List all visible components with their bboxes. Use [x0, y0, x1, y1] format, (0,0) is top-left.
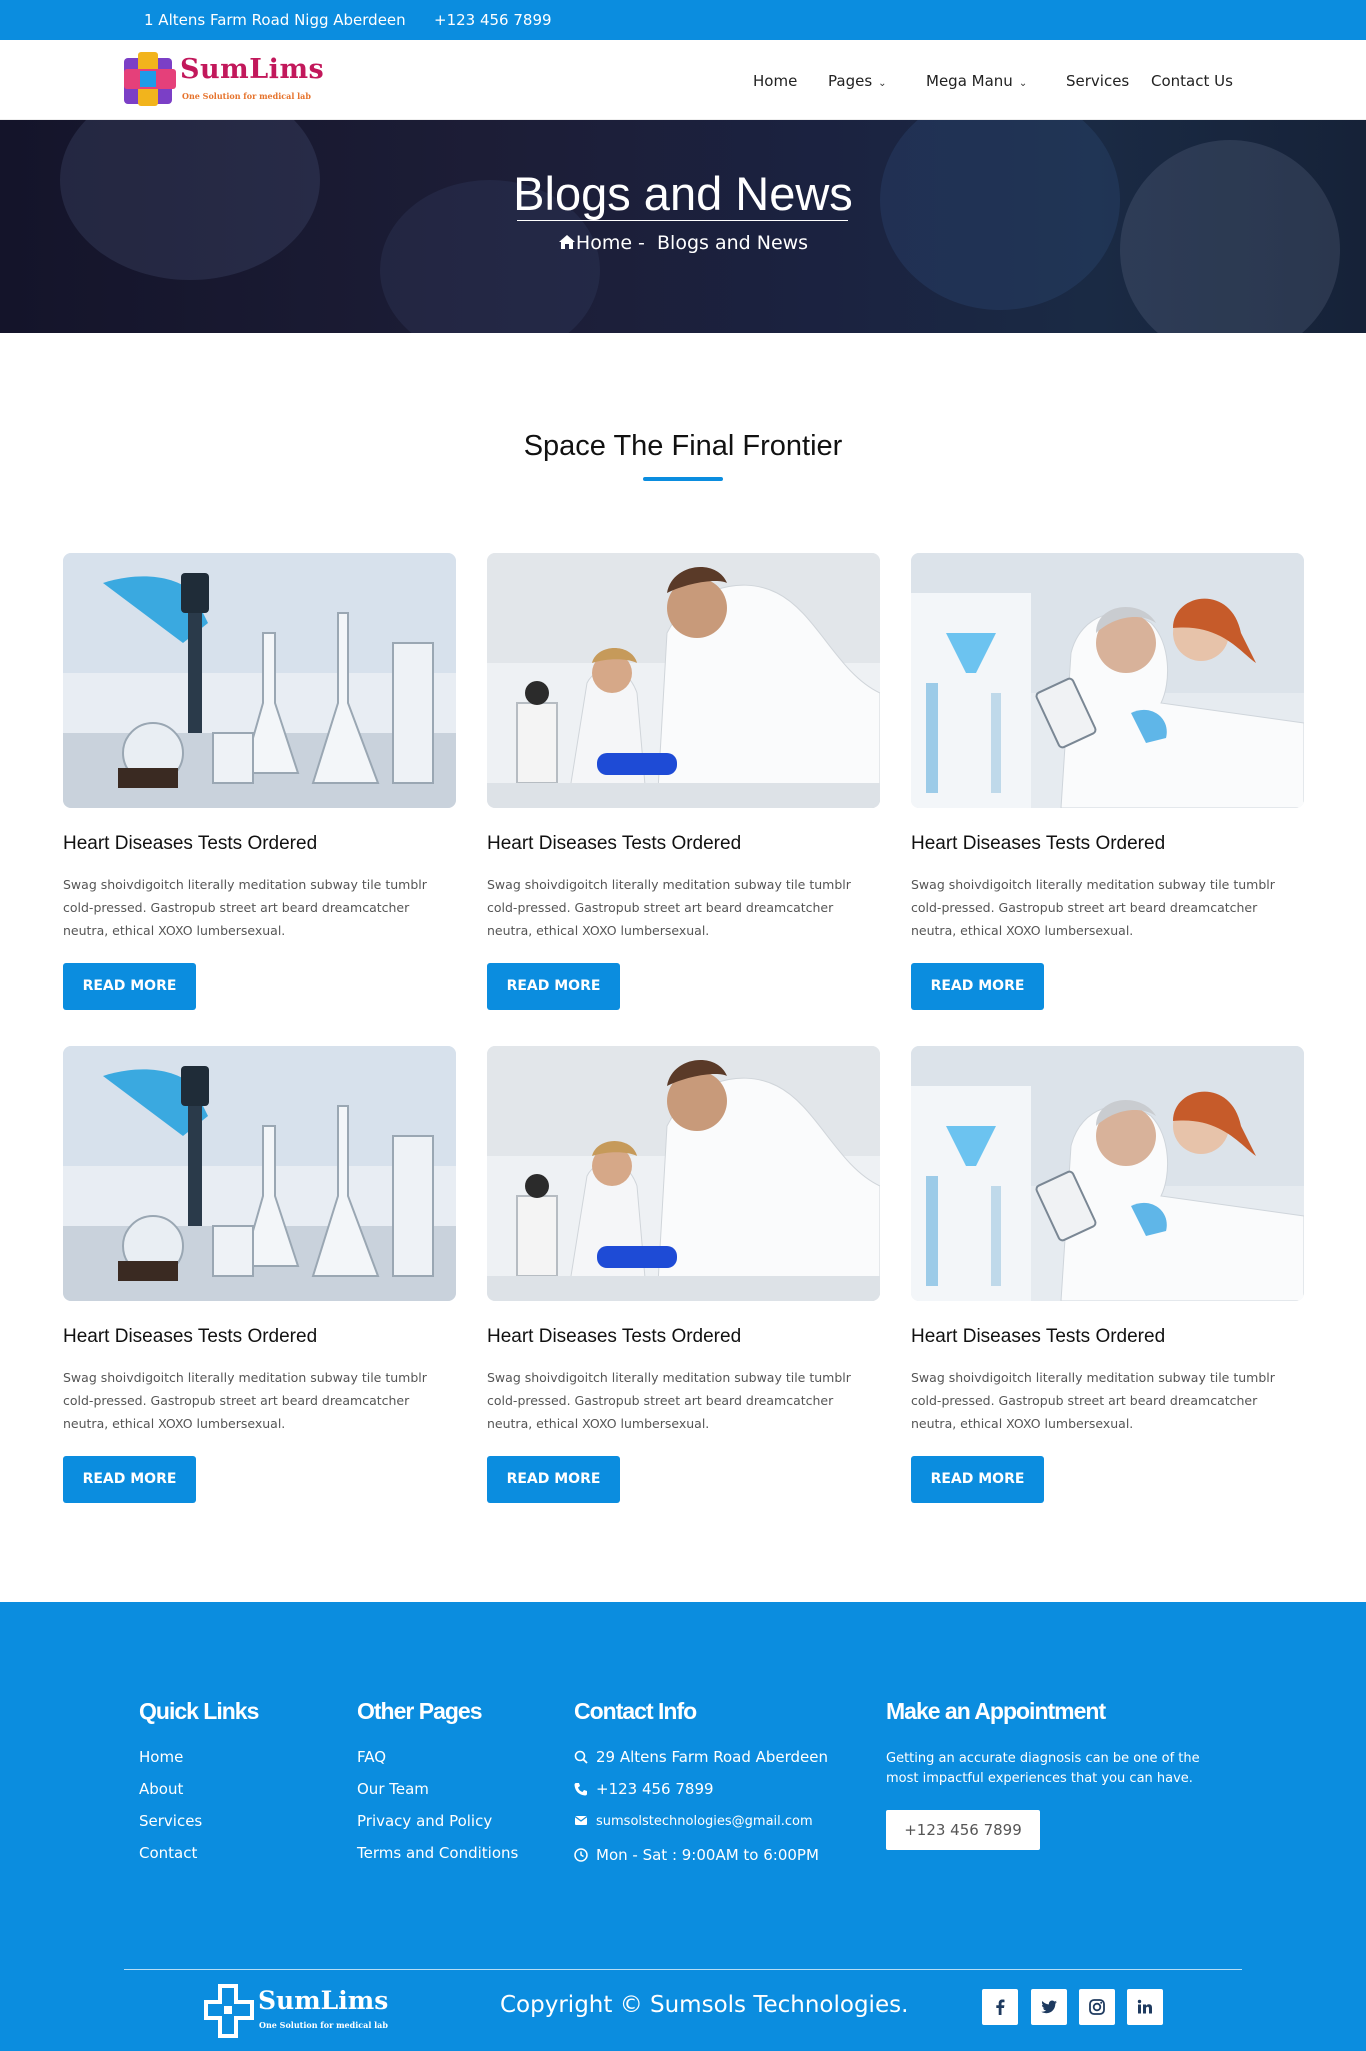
page-title: Blogs and News: [513, 167, 853, 220]
blog-card-excerpt: Swag shoivdigoitch literally meditation …: [911, 1370, 1275, 1431]
title-underline: [517, 220, 848, 221]
blog-card-image[interactable]: [911, 553, 1304, 808]
footer-hours-text: Mon - Sat : 9:00AM to 6:00PM: [596, 1846, 819, 1864]
twitter-button[interactable]: [1031, 1989, 1067, 2025]
phone-icon: [574, 1783, 587, 1796]
blog-card-excerpt: Swag shoivdigoitch literally meditation …: [911, 877, 1275, 938]
section-title-bar: [643, 477, 723, 481]
blog-card-image[interactable]: [911, 1046, 1304, 1301]
blog-card-title[interactable]: Heart Diseases Tests Ordered: [487, 1326, 741, 1348]
logo-tagline: One Solution for medical lab: [182, 91, 311, 101]
appointment-phone-button[interactable]: +123 456 7899: [886, 1810, 1040, 1850]
nav-pages[interactable]: Pages ⌄: [828, 72, 887, 90]
blog-card-image[interactable]: [487, 1046, 880, 1301]
blog-card: Heart Diseases Tests Ordered Swag shoivdi…: [63, 553, 456, 1010]
read-more-button[interactable]: READ MORE: [911, 1456, 1044, 1503]
blog-card-image[interactable]: [487, 553, 880, 808]
page-hero: Blogs and News Home - Blogs and News: [0, 120, 1366, 333]
facebook-button[interactable]: [982, 1989, 1018, 2025]
blog-card: Heart Diseases Tests Ordered Swag shoivdi…: [487, 1046, 880, 1503]
chevron-down-icon: ⌄: [878, 78, 887, 89]
blog-card-excerpt: Swag shoivdigoitch literally meditation …: [63, 877, 427, 938]
linkedin-icon: [1137, 1999, 1152, 2014]
logo-cross-icon: [204, 1984, 254, 2038]
footer-logo[interactable]: SumLims One Solution for medical lab: [204, 1982, 404, 2040]
nav-services[interactable]: Services: [1066, 72, 1129, 90]
clock-icon: [574, 1848, 588, 1862]
footer-link-about[interactable]: About: [139, 1780, 183, 1798]
top-address: 1 Altens Farm Road Nigg Aberdeen: [144, 11, 406, 29]
footer-address: 29 Altens Farm Road Aberdeen: [574, 1748, 828, 1766]
nav-pages-label: Pages: [828, 72, 873, 90]
nav-mega-menu[interactable]: Mega Manu ⌄: [926, 72, 1027, 90]
footer-email-text: sumsolstechnologies@gmail.com: [596, 1814, 813, 1829]
footer-divider: [124, 1969, 1242, 1970]
blog-card-title[interactable]: Heart Diseases Tests Ordered: [911, 833, 1165, 855]
nav-mega-label: Mega Manu: [926, 72, 1013, 90]
section-title: Space The Final Frontier: [523, 430, 843, 462]
logo-cross-icon: [124, 52, 176, 106]
logo[interactable]: SumLims One Solution for medical lab: [124, 50, 324, 108]
blog-card-image[interactable]: [63, 553, 456, 808]
breadcrumb-home[interactable]: Home -: [576, 232, 645, 254]
read-more-button[interactable]: READ MORE: [63, 1456, 196, 1503]
facebook-icon: [996, 1999, 1005, 2015]
footer-link-team[interactable]: Our Team: [357, 1780, 429, 1798]
footer-phone-text: +123 456 7899: [596, 1780, 714, 1798]
blog-card-title[interactable]: Heart Diseases Tests Ordered: [911, 1326, 1165, 1348]
top-bar: 1 Altens Farm Road Nigg Aberdeen +123 45…: [0, 0, 1366, 40]
top-phone[interactable]: +123 456 7899: [434, 11, 552, 29]
blog-card-title[interactable]: Heart Diseases Tests Ordered: [63, 1326, 317, 1348]
instagram-icon: [1089, 1999, 1105, 2015]
footer-logo-text: SumLims: [258, 1986, 389, 2015]
breadcrumb: Home - Blogs and News: [0, 232, 1366, 254]
blog-card: Heart Diseases Tests Ordered Swag shoivdi…: [911, 553, 1304, 1010]
footer-address-text: 29 Altens Farm Road Aberdeen: [596, 1748, 829, 1766]
breadcrumb-current: Blogs and News: [657, 232, 809, 254]
instagram-button[interactable]: [1079, 1989, 1115, 2025]
twitter-icon: [1041, 2000, 1057, 2014]
footer-appointment-text: Getting an accurate diagnosis can be one…: [886, 1751, 1200, 1786]
read-more-button[interactable]: READ MORE: [63, 963, 196, 1010]
chevron-down-icon: ⌄: [1018, 78, 1028, 89]
footer-link-terms[interactable]: Terms and Conditions: [357, 1844, 518, 1862]
footer-email[interactable]: sumsolstechnologies@gmail.com: [574, 1813, 813, 1829]
footer-link-services[interactable]: Services: [139, 1812, 202, 1830]
blog-card-excerpt: Swag shoivdigoitch literally meditation …: [487, 877, 851, 938]
logo-text: SumLims: [180, 54, 325, 85]
blog-card-image[interactable]: [63, 1046, 456, 1301]
footer-phone[interactable]: +123 456 7899: [574, 1780, 714, 1798]
footer-hours: Mon - Sat : 9:00AM to 6:00PM: [574, 1846, 819, 1864]
read-more-button[interactable]: READ MORE: [911, 963, 1044, 1010]
site-header: SumLims One Solution for medical lab Hom…: [0, 40, 1366, 120]
blog-card-title[interactable]: Heart Diseases Tests Ordered: [63, 833, 317, 855]
read-more-button[interactable]: READ MORE: [487, 1456, 620, 1503]
blog-card: Heart Diseases Tests Ordered Swag shoivdi…: [63, 1046, 456, 1503]
envelope-icon: [574, 1816, 588, 1825]
nav-contact[interactable]: Contact Us: [1151, 72, 1233, 90]
footer-logo-tagline: One Solution for medical lab: [259, 2020, 388, 2030]
blog-card: Heart Diseases Tests Ordered Swag shoivdi…: [487, 553, 880, 1010]
footer-quick-links-heading: Quick Links: [139, 1698, 259, 1724]
footer-link-faq[interactable]: FAQ: [357, 1748, 386, 1766]
footer-contact-heading: Contact Info: [574, 1698, 697, 1724]
footer-appointment-heading: Make an Appointment: [886, 1698, 1106, 1724]
footer-link-contact[interactable]: Contact: [139, 1844, 197, 1862]
footer-link-privacy[interactable]: Privacy and Policy: [357, 1812, 492, 1830]
blog-card: Heart Diseases Tests Ordered Swag shoivdi…: [911, 1046, 1304, 1503]
footer-other-pages-heading: Other Pages: [357, 1698, 482, 1724]
blog-card-excerpt: Swag shoivdigoitch literally meditation …: [487, 1370, 851, 1431]
linkedin-button[interactable]: [1127, 1989, 1163, 2025]
read-more-button[interactable]: READ MORE: [487, 963, 620, 1010]
footer-link-home[interactable]: Home: [139, 1748, 183, 1766]
blog-card-excerpt: Swag shoivdigoitch literally meditation …: [63, 1370, 427, 1431]
blog-card-title[interactable]: Heart Diseases Tests Ordered: [487, 833, 741, 855]
location-search-icon: [574, 1750, 588, 1764]
site-footer: Quick Links Home About Services Contact …: [0, 1602, 1366, 2051]
home-icon[interactable]: [558, 234, 576, 250]
nav-home[interactable]: Home: [753, 72, 797, 90]
copyright: Copyright © Sumsols Technologies.: [500, 1992, 909, 2018]
